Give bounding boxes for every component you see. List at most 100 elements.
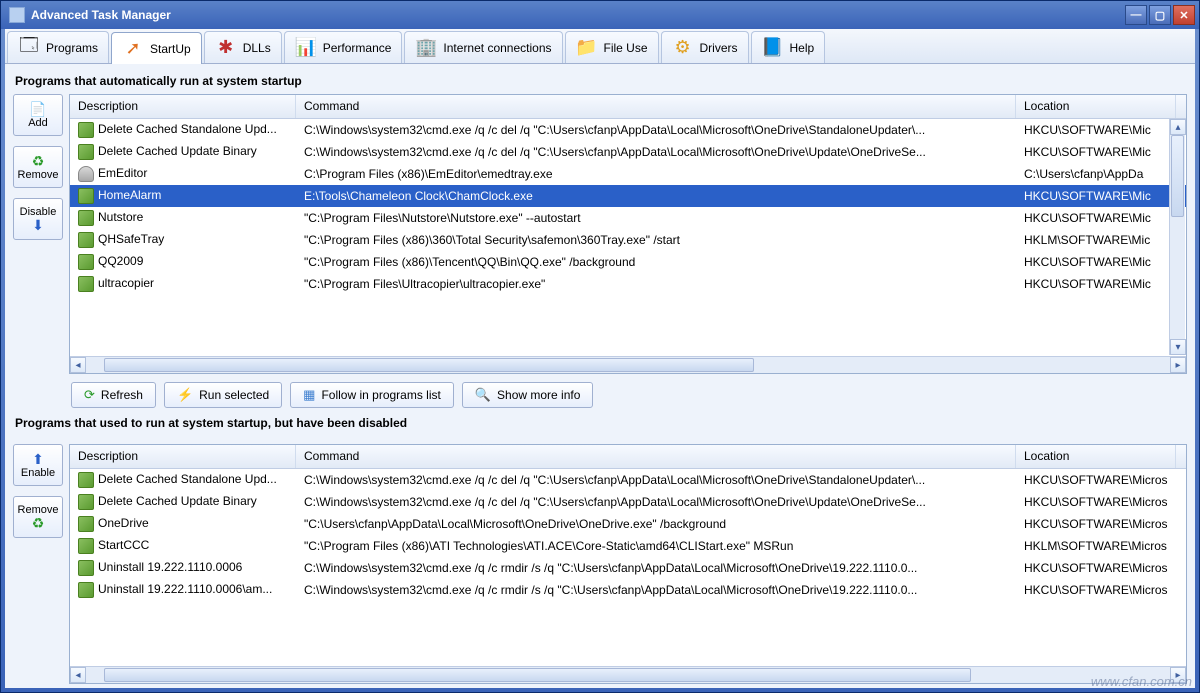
table-row[interactable]: ultracopier"C:\Program Files\Ultracopier…: [70, 273, 1186, 295]
disable-button[interactable]: Disable⬇: [13, 198, 63, 240]
table-row[interactable]: Delete Cached Standalone Upd...C:\Window…: [70, 469, 1186, 491]
col-description[interactable]: Description: [70, 95, 296, 118]
refresh-button[interactable]: ⟳Refresh: [71, 382, 156, 408]
disabled-hscrollbar[interactable]: ◂ ▸: [70, 666, 1186, 683]
programs-icon: 🗔: [18, 37, 40, 59]
startup-panel: Programs that automatically run at syste…: [5, 64, 1195, 688]
registry-icon: [78, 232, 94, 248]
registry-icon: [78, 582, 94, 598]
drivers-icon: ⚙: [672, 37, 694, 59]
tab-help-label: Help: [790, 41, 815, 55]
down-arrow-icon: ⬇: [32, 218, 44, 232]
scroll-up-icon[interactable]: ▴: [1170, 119, 1186, 135]
follow-icon: ▦: [303, 387, 315, 403]
active-side-buttons: 📄Add ♻Remove Disable⬇: [13, 94, 69, 374]
tab-fileuse-label: File Use: [604, 41, 648, 55]
table-row[interactable]: StartCCC"C:\Program Files (x86)\ATI Tech…: [70, 535, 1186, 557]
scroll-left-icon[interactable]: ◂: [70, 667, 86, 683]
add-button[interactable]: 📄Add: [13, 94, 63, 136]
titlebar[interactable]: Advanced Task Manager — ▢ ✕: [1, 1, 1199, 29]
registry-icon: [78, 188, 94, 204]
remove-icon: ♻: [32, 516, 45, 530]
follow-button[interactable]: ▦Follow in programs list: [290, 382, 454, 408]
refresh-icon: ⟳: [84, 387, 95, 403]
registry-icon: [78, 472, 94, 488]
scroll-right-icon[interactable]: ▸: [1170, 357, 1186, 373]
up-arrow-icon: ⬆: [32, 452, 44, 466]
startup-active-heading: Programs that automatically run at syste…: [13, 70, 1187, 94]
tab-help[interactable]: 📘 Help: [751, 31, 826, 63]
active-grid: Description Command Location Delete Cach…: [69, 94, 1187, 374]
active-vscrollbar[interactable]: ▴ ▾: [1169, 119, 1185, 355]
startup-active-section: 📄Add ♻Remove Disable⬇ Description Comman…: [13, 94, 1187, 374]
scroll-right-icon[interactable]: ▸: [1170, 667, 1186, 683]
run-selected-button[interactable]: ⚡Run selected: [164, 382, 282, 408]
registry-icon: [78, 144, 94, 160]
disabled-grid-body[interactable]: Delete Cached Standalone Upd...C:\Window…: [70, 469, 1186, 666]
tab-internet-label: Internet connections: [443, 41, 551, 55]
registry-icon: [78, 276, 94, 292]
table-row[interactable]: QQ2009"C:\Program Files (x86)\Tencent\QQ…: [70, 251, 1186, 273]
tab-startup[interactable]: ➚ StartUp: [111, 32, 202, 64]
add-icon: 📄: [29, 102, 46, 116]
active-grid-header: Description Command Location: [70, 95, 1186, 119]
remove-icon: ♻: [32, 154, 45, 168]
tab-drivers[interactable]: ⚙Drivers: [661, 31, 749, 63]
scroll-thumb[interactable]: [1171, 135, 1184, 217]
tab-programs[interactable]: 🗔 Programs: [7, 31, 109, 63]
remove-button[interactable]: ♻Remove: [13, 146, 63, 188]
col-description[interactable]: Description: [70, 445, 296, 468]
table-row[interactable]: Delete Cached Update BinaryC:\Windows\sy…: [70, 491, 1186, 513]
col-command[interactable]: Command: [296, 445, 1016, 468]
close-button[interactable]: ✕: [1173, 5, 1195, 25]
scroll-down-icon[interactable]: ▾: [1170, 339, 1186, 355]
scroll-track[interactable]: [1170, 135, 1185, 339]
tab-startup-label: StartUp: [150, 42, 191, 56]
fileuse-icon: 📁: [576, 37, 598, 59]
maximize-button[interactable]: ▢: [1149, 5, 1171, 25]
table-row[interactable]: Delete Cached Update BinaryC:\Windows\sy…: [70, 141, 1186, 163]
internet-icon: 🏢: [415, 37, 437, 59]
tab-internet[interactable]: 🏢 Internet connections: [404, 31, 562, 63]
main-tabs: 🗔 Programs ➚ StartUp ✱DLLs 📊Performance 🏢 I…: [5, 29, 1195, 64]
tab-programs-label: Programs: [46, 41, 98, 55]
startup-icon: ➚: [122, 38, 144, 60]
minimize-button[interactable]: —: [1125, 5, 1147, 25]
table-row[interactable]: QHSafeTray"C:\Program Files (x86)\360\To…: [70, 229, 1186, 251]
startup-disabled-section: ⬆Enable Remove♻ Description Command Loca…: [13, 444, 1187, 684]
active-grid-body[interactable]: Delete Cached Standalone Upd...C:\Window…: [70, 119, 1186, 356]
col-location[interactable]: Location: [1016, 95, 1176, 118]
enable-button[interactable]: ⬆Enable: [13, 444, 63, 486]
show-more-info-button[interactable]: 🔍Show more info: [462, 382, 594, 408]
col-command[interactable]: Command: [296, 95, 1016, 118]
table-row[interactable]: HomeAlarmE:\Tools\Chameleon Clock\ChamCl…: [70, 185, 1186, 207]
registry-icon: [78, 538, 94, 554]
startup-disabled-heading: Programs that used to run at system star…: [13, 412, 1187, 436]
disabled-grid: Description Command Location Delete Cach…: [69, 444, 1187, 684]
disabled-grid-header: Description Command Location: [70, 445, 1186, 469]
help-icon: 📘: [762, 37, 784, 59]
app-icon: [9, 7, 25, 23]
window: Advanced Task Manager — ▢ ✕ 🗔 Programs ➚ S…: [0, 0, 1200, 693]
client-area: 🗔 Programs ➚ StartUp ✱DLLs 📊Performance 🏢 I…: [5, 29, 1195, 688]
table-row[interactable]: Delete Cached Standalone Upd...C:\Window…: [70, 119, 1186, 141]
disk-icon: [78, 166, 94, 182]
scroll-left-icon[interactable]: ◂: [70, 357, 86, 373]
run-icon: ⚡: [177, 387, 193, 403]
remove-disabled-button[interactable]: Remove♻: [13, 496, 63, 538]
registry-icon: [78, 254, 94, 270]
table-row[interactable]: EmEditorC:\Program Files (x86)\EmEditor\…: [70, 163, 1186, 185]
table-row[interactable]: OneDrive"C:\Users\cfanp\AppData\Local\Mi…: [70, 513, 1186, 535]
tab-performance-label: Performance: [323, 41, 392, 55]
registry-icon: [78, 494, 94, 510]
table-row[interactable]: Uninstall 19.222.1110.0006C:\Windows\sys…: [70, 557, 1186, 579]
tab-dlls[interactable]: ✱DLLs: [204, 31, 282, 63]
registry-icon: [78, 210, 94, 226]
table-row[interactable]: Uninstall 19.222.1110.0006\am...C:\Windo…: [70, 579, 1186, 601]
tab-performance[interactable]: 📊Performance: [284, 31, 403, 63]
table-row[interactable]: Nutstore"C:\Program Files\Nutstore\Nutst…: [70, 207, 1186, 229]
col-location[interactable]: Location: [1016, 445, 1176, 468]
registry-icon: [78, 122, 94, 138]
tab-fileuse[interactable]: 📁 File Use: [565, 31, 659, 63]
active-hscrollbar[interactable]: ◂ ▸: [70, 356, 1186, 373]
